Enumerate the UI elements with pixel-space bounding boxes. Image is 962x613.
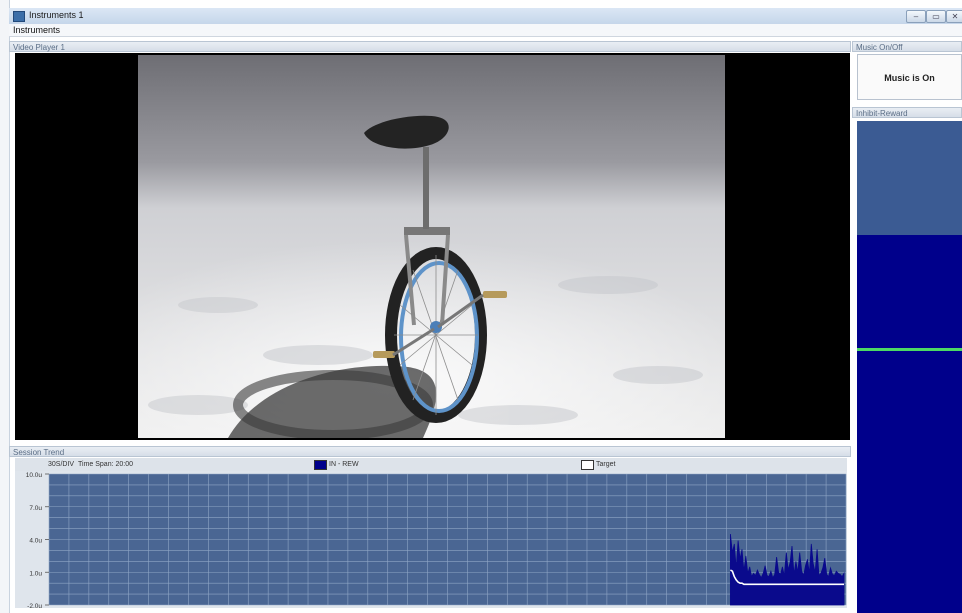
menu-item-instruments[interactable]: Instruments [13, 25, 60, 35]
music-toggle-button[interactable]: Music is On [857, 54, 962, 100]
session-trend-header: Session Trend [9, 446, 851, 457]
threshold-line [857, 348, 962, 351]
video-player[interactable] [15, 53, 850, 440]
y-tick-label: 1.0u [29, 570, 42, 577]
trend-chart-svg: 10.0u 7.0u 4.0u 1.0u -2.0u [26, 472, 847, 610]
close-button[interactable]: ✕ [946, 10, 962, 23]
video-frame [138, 55, 725, 438]
menu-bar: Instruments [9, 24, 962, 37]
inhibit-bar [857, 121, 962, 235]
title-bar: Instruments 1 – ▭ ✕ [9, 8, 962, 25]
legend-swatch-target [581, 460, 594, 470]
unicycle-video-image [138, 55, 725, 438]
inhibit-reward-header: Inhibit-Reward [852, 107, 962, 118]
time-span-label: Time Span: 20:00 [78, 461, 133, 468]
legend-swatch-in-rew [314, 460, 327, 470]
inhibit-reward-meter [857, 121, 962, 613]
music-status-label: Music is On [884, 73, 935, 83]
session-trend-chart: 10.0u 7.0u 4.0u 1.0u -2.0u [15, 471, 847, 610]
window-title: Instruments 1 [29, 10, 84, 20]
restore-button[interactable]: ▭ [926, 10, 946, 23]
legend-label-target: Target [596, 461, 616, 468]
y-tick-label: 7.0u [29, 505, 42, 512]
app-icon [13, 11, 25, 22]
trend-legend-bar: 30S/DIV Time Span: 20:00 IN - REW Target [15, 458, 847, 472]
div-label: 30S/DIV [48, 461, 75, 468]
desktop-edge [0, 0, 10, 613]
video-player-header: Video Player 1 [9, 41, 851, 52]
y-tick-label: 4.0u [29, 538, 42, 545]
y-tick-label: -2.0u [27, 603, 42, 608]
legend-label-in-rew: IN - REW [329, 461, 359, 468]
minimize-button[interactable]: – [906, 10, 926, 23]
reward-bar [857, 235, 962, 613]
y-tick-label: 10.0u [26, 472, 43, 479]
music-header: Music On/Off [852, 41, 962, 52]
